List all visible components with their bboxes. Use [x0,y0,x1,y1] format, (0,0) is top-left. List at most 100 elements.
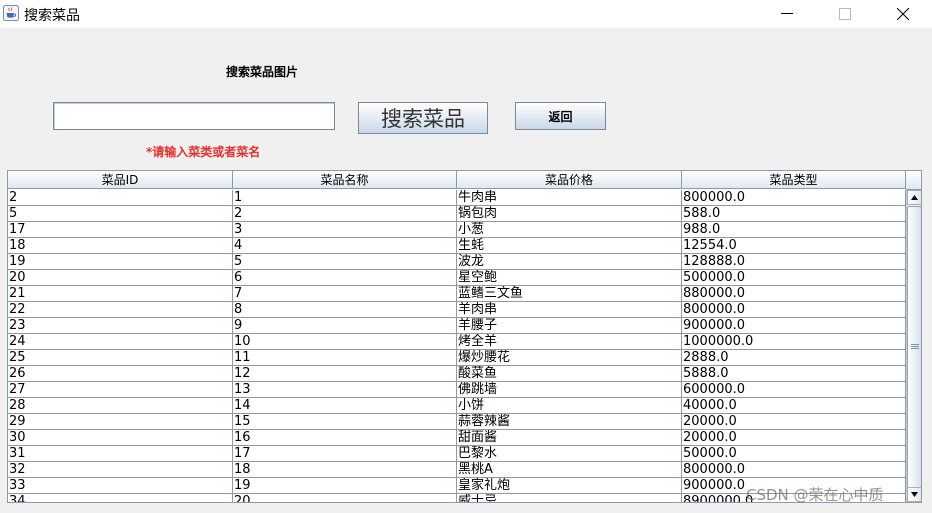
cell-id[interactable]: 33 [8,478,233,494]
close-button[interactable] [880,0,926,28]
cell-name-index[interactable]: 7 [233,286,457,302]
cell-price[interactable]: 12554.0 [682,238,906,254]
cell-price[interactable]: 20000.0 [682,430,906,446]
table-row[interactable]: 29 15 蒜蓉辣酱 20000.0 [8,414,906,430]
cell-name[interactable]: 羊腰子 [457,318,682,334]
vertical-scrollbar[interactable] [906,190,921,502]
cell-id[interactable]: 20 [8,270,233,286]
table-row[interactable]: 27 13 佛跳墙 600000.0 [8,382,906,398]
cell-price[interactable]: 50000.0 [682,446,906,462]
cell-id[interactable]: 17 [8,222,233,238]
cell-price[interactable]: 40000.0 [682,398,906,414]
table-row[interactable]: 22 8 羊肉串 800000.0 [8,302,906,318]
cell-name-index[interactable]: 15 [233,414,457,430]
cell-name[interactable]: 锅包肉 [457,206,682,222]
cell-name[interactable]: 牛肉串 [457,190,682,206]
cell-price[interactable]: 1000000.0 [682,334,906,350]
cell-name-index[interactable]: 14 [233,398,457,414]
cell-name-index[interactable]: 5 [233,254,457,270]
cell-id[interactable]: 27 [8,382,233,398]
cell-name[interactable]: 星空鲍 [457,270,682,286]
column-header-price[interactable]: 菜品价格 [457,171,682,189]
cell-id[interactable]: 34 [8,494,233,502]
cell-name[interactable]: 蓝鳍三文鱼 [457,286,682,302]
cell-name-index[interactable]: 2 [233,206,457,222]
cell-name-index[interactable]: 4 [233,238,457,254]
cell-name[interactable]: 小饼 [457,398,682,414]
back-button[interactable]: 返回 [515,102,606,130]
table-row[interactable]: 5 2 锅包肉 588.0 [8,206,906,222]
cell-name[interactable]: 皇家礼炮 [457,478,682,494]
cell-id[interactable]: 32 [8,462,233,478]
cell-id[interactable]: 31 [8,446,233,462]
cell-name-index[interactable]: 17 [233,446,457,462]
scroll-thumb[interactable] [907,206,921,490]
cell-name[interactable]: 佛跳墙 [457,382,682,398]
scroll-up-button[interactable] [907,190,921,205]
cell-id[interactable]: 30 [8,430,233,446]
cell-name-index[interactable]: 6 [233,270,457,286]
cell-id[interactable]: 21 [8,286,233,302]
cell-name[interactable]: 黑桃A [457,462,682,478]
cell-name[interactable]: 酸菜鱼 [457,366,682,382]
table-row[interactable]: 30 16 甜面酱 20000.0 [8,430,906,446]
cell-name[interactable]: 甜面酱 [457,430,682,446]
cell-price[interactable]: 900000.0 [682,318,906,334]
table-row[interactable]: 19 5 波龙 128888.0 [8,254,906,270]
table-row[interactable]: 18 4 生蚝 12554.0 [8,238,906,254]
cell-price[interactable]: 500000.0 [682,270,906,286]
cell-id[interactable]: 5 [8,206,233,222]
cell-name-index[interactable]: 19 [233,478,457,494]
cell-name-index[interactable]: 13 [233,382,457,398]
table-row[interactable]: 24 10 烤全羊 1000000.0 [8,334,906,350]
cell-name-index[interactable]: 18 [233,462,457,478]
table-row[interactable]: 17 3 小葱 988.0 [8,222,906,238]
column-header-type[interactable]: 菜品类型 [682,171,906,189]
cell-price[interactable]: 880000.0 [682,286,906,302]
maximize-button[interactable] [822,0,868,28]
column-header-name[interactable]: 菜品名称 [233,171,457,189]
cell-name-index[interactable]: 16 [233,430,457,446]
table-row[interactable]: 2 1 牛肉串 800000.0 [8,190,906,206]
cell-id[interactable]: 2 [8,190,233,206]
table-row[interactable]: 23 9 羊腰子 900000.0 [8,318,906,334]
cell-name-index[interactable]: 11 [233,350,457,366]
cell-name-index[interactable]: 9 [233,318,457,334]
cell-name[interactable]: 蒜蓉辣酱 [457,414,682,430]
cell-name[interactable]: 爆炒腰花 [457,350,682,366]
table-row[interactable]: 26 12 酸菜鱼 5888.0 [8,366,906,382]
cell-price[interactable]: 2888.0 [682,350,906,366]
cell-price[interactable]: 800000.0 [682,190,906,206]
cell-name-index[interactable]: 8 [233,302,457,318]
cell-id[interactable]: 29 [8,414,233,430]
cell-name-index[interactable]: 10 [233,334,457,350]
table-row[interactable]: 32 18 黑桃A 800000.0 [8,462,906,478]
cell-price[interactable]: 988.0 [682,222,906,238]
cell-name[interactable]: 羊肉串 [457,302,682,318]
cell-id[interactable]: 26 [8,366,233,382]
scroll-down-button[interactable] [907,487,921,502]
table-row[interactable]: 20 6 星空鲍 500000.0 [8,270,906,286]
table-row[interactable]: 21 7 蓝鳍三文鱼 880000.0 [8,286,906,302]
cell-name[interactable]: 烤全羊 [457,334,682,350]
cell-price[interactable]: 588.0 [682,206,906,222]
cell-name-index[interactable]: 20 [233,494,457,502]
search-button[interactable]: 搜索菜品 [358,102,488,134]
cell-id[interactable]: 18 [8,238,233,254]
table-row[interactable]: 31 17 巴黎水 50000.0 [8,446,906,462]
cell-name[interactable]: 小葱 [457,222,682,238]
cell-name[interactable]: 波龙 [457,254,682,270]
cell-name-index[interactable]: 3 [233,222,457,238]
cell-id[interactable]: 23 [8,318,233,334]
cell-price[interactable]: 128888.0 [682,254,906,270]
cell-price[interactable]: 5888.0 [682,366,906,382]
cell-name[interactable]: 巴黎水 [457,446,682,462]
cell-name[interactable]: 生蚝 [457,238,682,254]
cell-price[interactable]: 600000.0 [682,382,906,398]
cell-price[interactable]: 800000.0 [682,462,906,478]
cell-name-index[interactable]: 1 [233,190,457,206]
cell-price[interactable]: 800000.0 [682,302,906,318]
cell-price[interactable]: 20000.0 [682,414,906,430]
cell-id[interactable]: 24 [8,334,233,350]
cell-id[interactable]: 22 [8,302,233,318]
